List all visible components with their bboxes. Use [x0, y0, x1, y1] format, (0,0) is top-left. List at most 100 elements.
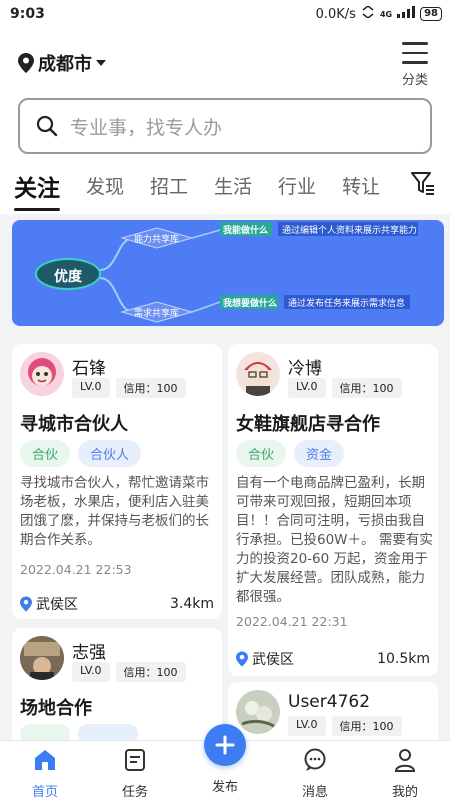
post-title: 寻城市合伙人 [20, 414, 128, 435]
post-location: 武侯区 [20, 594, 78, 614]
location-pin-icon [18, 53, 34, 73]
banner-upper-desc: 通过编辑个人资料来展示共享能力 [282, 226, 418, 236]
post-card[interactable]: 志强 LV.0 信用：100 场地合作 [12, 628, 222, 740]
level-badge: LV.0 [72, 662, 110, 682]
status-bar: 9:03 0.0K/s 4G 98 [0, 0, 450, 30]
feed: 优度 能力共享库 需求共享库 我能做什么 通过编辑个人资料来展示共享能力 我想要… [0, 214, 450, 740]
location-pin-icon [20, 596, 32, 612]
city-name: 成都市 [38, 54, 92, 75]
post-description: 自有一个电商品牌已盈利，长期可带来可观回报，短期回本项目！！合同可注明，亏损由我… [236, 475, 433, 605]
tag-label: 合伙 [20, 440, 71, 467]
tag-label: 合伙人 [78, 440, 142, 467]
post-time: 2022.04.21 22:53 [20, 562, 132, 577]
level-badge: LV.0 [72, 378, 110, 398]
category-menu-button[interactable]: 分类 [398, 42, 432, 88]
credit-badge: 信用：100 [115, 378, 186, 398]
tab-life[interactable]: 生活 [214, 166, 252, 199]
post-location: 武侯区 [236, 649, 294, 669]
user-badges: LV.0 信用：100 [72, 378, 186, 398]
user-name: 志强 [72, 643, 106, 663]
post-card[interactable]: 冷博 LV.0 信用：100 女鞋旗舰店寻合作 合伙 资金 自有一个电商品牌已盈… [228, 344, 438, 676]
post-distance: 3.4km [169, 596, 214, 612]
tab-industry[interactable]: 行业 [278, 166, 316, 199]
search-icon [36, 115, 58, 137]
search-placeholder: 专业事，找专人办 [70, 116, 223, 139]
publish-label: 发布 [211, 780, 238, 795]
promo-banner[interactable]: 优度 能力共享库 需求共享库 我能做什么 通过编辑个人资料来展示共享能力 我想要… [12, 220, 444, 326]
banner-upper-tag: 我能做什么 [223, 226, 269, 236]
task-list-icon [125, 749, 145, 771]
nav-home-label: 首页 [31, 785, 58, 800]
nav-messages-label: 消息 [301, 785, 328, 800]
user-badges: LV.0 信用：100 [288, 378, 402, 398]
credit-badge: 信用：100 [115, 662, 186, 682]
level-badge: LV.0 [288, 378, 326, 398]
avatar [236, 352, 280, 396]
banner-center: 优度 [54, 269, 82, 285]
banner-lower-tag: 我想要做什么 [223, 299, 278, 309]
avatar [20, 352, 64, 396]
user-name: 石锋 [72, 359, 106, 379]
nav-tasks[interactable]: 任务 [105, 747, 165, 800]
post-card[interactable]: 石锋 LV.0 信用：100 寻城市合伙人 合伙 合伙人 寻找城市合伙人，帮忙邀… [12, 344, 222, 619]
tab-transfer[interactable]: 转让 [342, 166, 380, 199]
home-icon [35, 750, 55, 770]
tag-label: 资金 [294, 440, 345, 467]
battery-icon: 98 [420, 7, 442, 21]
message-icon [304, 748, 326, 771]
nav-messages[interactable]: 消息 [285, 747, 345, 800]
user-profile-icon [394, 749, 416, 772]
city-selector[interactable]: 成都市 [18, 50, 106, 76]
banner-lower-desc: 通过发布任务来展示需求信息 [288, 299, 406, 309]
post-title: 女鞋旗舰店寻合作 [236, 414, 380, 435]
nav-mine[interactable]: 我的 [375, 747, 435, 800]
data-icon [361, 5, 375, 22]
tag-label: 合伙 [236, 440, 287, 467]
filter-icon [411, 172, 434, 195]
tag-placeholder [20, 724, 70, 740]
post-distance: 10.5km [377, 651, 430, 667]
nav-home[interactable]: 首页 [15, 747, 75, 800]
post-time: 2022.04.21 22:31 [236, 614, 348, 629]
nav-tasks-label: 任务 [121, 785, 148, 800]
status-time: 9:03 [10, 6, 45, 22]
post-card[interactable]: User4762 LV.0 信用：100 [228, 682, 438, 740]
caret-down-icon [96, 60, 106, 66]
filter-button[interactable] [410, 170, 436, 196]
net-speed: 0.0K/s [315, 6, 356, 22]
menu-label: 分类 [401, 72, 428, 88]
network-type: 4G [379, 9, 393, 19]
search-bar[interactable]: 专业事，找专人办 [18, 98, 432, 154]
user-badges: LV.0 信用：100 [288, 716, 402, 736]
app-root: 9:03 0.0K/s 4G 98 成都市 分类 专业事，找专人办 关注 发现 … [0, 0, 450, 800]
signal-icon [397, 6, 416, 22]
banner-upper-branch: 能力共享库 [134, 235, 180, 245]
user-badges: LV.0 信用：100 [72, 662, 186, 682]
tag-placeholder [78, 724, 138, 740]
menu-icon [398, 42, 432, 64]
user-name: User4762 [288, 692, 371, 712]
publish-button[interactable] [204, 724, 246, 766]
level-badge: LV.0 [288, 716, 326, 736]
nav-mine-label: 我的 [391, 785, 418, 800]
avatar [20, 636, 64, 680]
post-tags [20, 724, 138, 740]
status-right: 0.0K/s 4G 98 [315, 5, 442, 22]
user-name: 冷博 [288, 359, 322, 379]
post-tags: 合伙 合伙人 [20, 440, 142, 467]
category-tabs: 关注 发现 招工 生活 行业 转让 [14, 166, 404, 212]
post-title: 场地合作 [20, 698, 92, 719]
credit-badge: 信用：100 [331, 378, 402, 398]
location-pin-icon [236, 651, 248, 667]
post-tags: 合伙 资金 [236, 440, 345, 467]
tab-discover[interactable]: 发现 [86, 166, 124, 199]
post-description: 寻找城市合伙人，帮忙邀请菜市场老板，水果店，便利店入驻美团饿了麽，并保持与老板们… [20, 475, 209, 548]
credit-badge: 信用：100 [331, 716, 402, 736]
location-name: 武侯区 [36, 597, 78, 613]
banner-lower-branch: 需求共享库 [134, 309, 180, 319]
avatar [236, 690, 280, 734]
tab-following[interactable]: 关注 [14, 166, 60, 211]
location-name: 武侯区 [252, 652, 294, 668]
tab-recruit[interactable]: 招工 [150, 166, 188, 199]
plus-icon [215, 735, 235, 755]
